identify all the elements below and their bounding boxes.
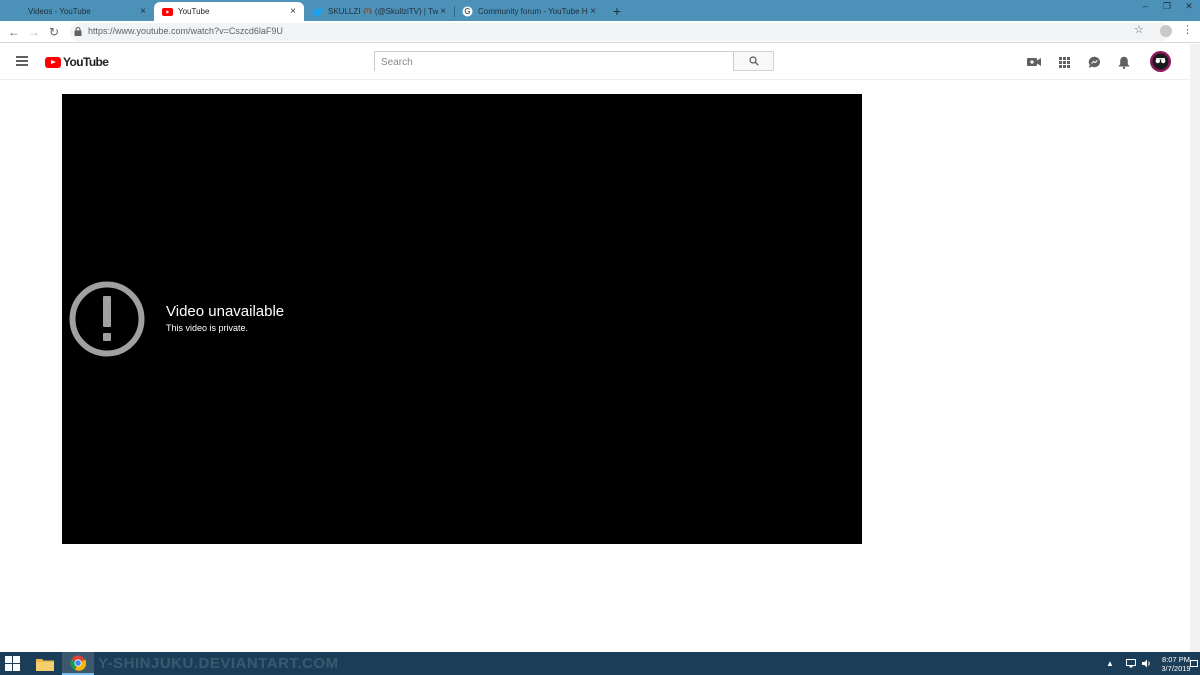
close-window-icon[interactable]: ✕ [1178, 0, 1200, 14]
svg-text:G: G [464, 7, 470, 16]
new-tab-button[interactable]: + [609, 3, 625, 19]
profile-icon[interactable] [1160, 25, 1172, 37]
file-explorer-icon[interactable] [29, 652, 61, 675]
youtube-logo-text: YouTube [63, 55, 109, 69]
browser-tab-strip: Videos - YouTube × YouTube × SKULLZI 🎮 (… [0, 0, 1200, 21]
search-box [374, 51, 734, 72]
tab-community-forum[interactable]: G Community forum - YouTube He × [454, 2, 604, 21]
watermark: Y-SHINJUKU.DEVIANTART.COM [98, 655, 339, 672]
reload-icon[interactable]: ↻ [46, 24, 62, 40]
alert-exclamation-icon [69, 281, 145, 357]
windows-start-icon[interactable] [5, 656, 21, 672]
youtube-favicon-icon [162, 6, 173, 17]
youtube-logo[interactable]: YouTube [45, 55, 109, 69]
lock-icon [74, 27, 82, 36]
notifications-bell-icon[interactable] [1117, 55, 1131, 69]
error-title: Video unavailable [166, 303, 285, 320]
google-favicon-icon: G [462, 6, 473, 17]
close-tab-icon[interactable]: × [438, 6, 448, 17]
browser-toolbar: ← → ↻ https://www.youtube.com/watch?v=Cs… [0, 21, 1200, 43]
youtube-favicon-icon [12, 6, 23, 17]
browser-menu-icon[interactable]: ⋮ [1182, 23, 1193, 37]
system-clock[interactable]: 8:07 PM 3/7/2019 [1160, 655, 1192, 673]
avatar-skull-icon [1152, 53, 1169, 70]
twitter-favicon-icon [312, 6, 323, 17]
clock-date: 3/7/2019 [1161, 664, 1191, 673]
guide-menu-icon[interactable] [16, 56, 28, 66]
avatar[interactable] [1150, 51, 1171, 72]
search-button[interactable] [734, 51, 774, 71]
search-icon [748, 56, 759, 66]
volume-icon[interactable] [1142, 652, 1152, 675]
tab-videos-youtube[interactable]: Videos - YouTube × [4, 2, 154, 21]
chrome-icon[interactable] [62, 652, 94, 675]
close-tab-icon[interactable]: × [288, 6, 298, 17]
tab-title: SKULLZI 🎮 (@SkullziTV) | Twitter [328, 7, 438, 16]
tab-twitter[interactable]: SKULLZI 🎮 (@SkullziTV) | Twitter × [304, 2, 454, 21]
minimize-icon[interactable]: – [1134, 0, 1156, 14]
tab-title: YouTube [178, 7, 210, 16]
tray-overflow-icon[interactable]: ▲ [1106, 652, 1114, 675]
back-arrow-icon[interactable]: ← [6, 24, 22, 40]
youtube-play-icon [45, 56, 61, 68]
youtube-masthead: YouTube [0, 44, 1190, 80]
search-input[interactable] [375, 53, 733, 72]
tab-title: Videos - YouTube [28, 7, 91, 16]
restore-icon[interactable]: ❐ [1156, 0, 1178, 14]
create-video-icon[interactable] [1027, 55, 1041, 69]
notifications-icon[interactable] [1190, 652, 1198, 675]
windows-taskbar: Y-SHINJUKU.DEVIANTART.COM ▲ 8:07 PM 3/7/… [0, 652, 1200, 675]
bookmark-star-icon[interactable]: ☆ [1134, 23, 1144, 36]
video-player[interactable]: Video unavailable This video is private. [62, 94, 862, 544]
tab-youtube[interactable]: YouTube × [154, 2, 304, 21]
tab-title: Community forum - YouTube He [478, 7, 588, 16]
apps-grid-icon[interactable] [1057, 55, 1071, 69]
close-tab-icon[interactable]: × [138, 6, 148, 17]
error-subtitle: This video is private. [166, 323, 249, 333]
messages-icon[interactable] [1087, 55, 1101, 69]
url-text[interactable]: https://www.youtube.com/watch?v=Cszcd6la… [88, 26, 283, 36]
network-icon[interactable] [1126, 652, 1136, 675]
page-scrollbar[interactable] [1190, 44, 1200, 652]
close-tab-icon[interactable]: × [588, 6, 598, 17]
forward-arrow-icon[interactable]: → [26, 24, 42, 40]
clock-time: 8:07 PM [1162, 655, 1190, 664]
window-controls: – ❐ ✕ [1134, 0, 1200, 14]
address-bar[interactable]: https://www.youtube.com/watch?v=Cszcd6la… [70, 23, 1170, 41]
